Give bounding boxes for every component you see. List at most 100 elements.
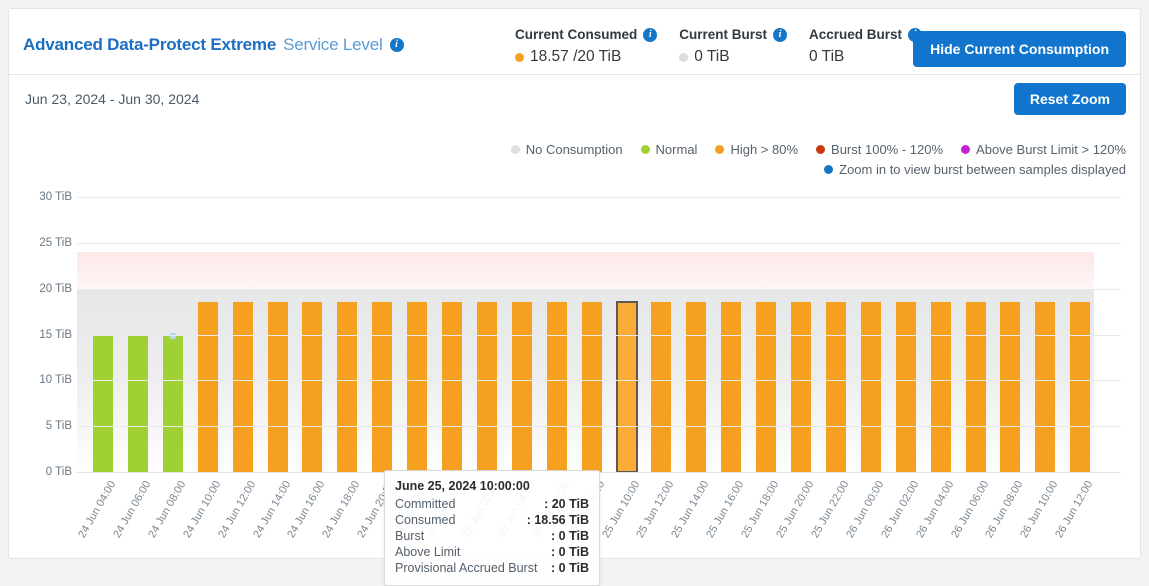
bar[interactable] xyxy=(547,302,567,472)
bar[interactable] xyxy=(1035,302,1055,472)
bar[interactable] xyxy=(686,302,706,472)
legend-dot xyxy=(816,145,825,154)
bar[interactable] xyxy=(826,302,846,472)
tooltip-row-value: : 18.56 TiB xyxy=(523,512,589,528)
page-title: Advanced Data-Protect Extreme Service Le… xyxy=(23,35,404,55)
metric-label: Current Burst i xyxy=(679,27,787,42)
metric-current-burst: Current Burst i 0 TiB xyxy=(679,27,809,66)
tooltip-row-value: : 20 TiB xyxy=(540,496,589,512)
bar[interactable] xyxy=(198,302,218,472)
legend-dot xyxy=(824,165,833,174)
legend-row-secondary: Zoom in to view burst between samples di… xyxy=(824,162,1126,177)
legend-item-normal[interactable]: Normal xyxy=(641,142,698,157)
y-axis-tick-label: 30 TiB xyxy=(12,191,72,203)
metric-value-text: 0 TiB xyxy=(694,48,729,66)
status-dot xyxy=(679,53,688,62)
bar[interactable] xyxy=(896,302,916,472)
legend-label: Above Burst Limit > 120% xyxy=(976,142,1126,157)
bar[interactable] xyxy=(128,336,148,472)
legend-label: Zoom in to view burst between samples di… xyxy=(839,162,1126,177)
consumption-chart: 0 TiB5 TiB10 TiB15 TiB20 TiB25 TiB30 TiB… xyxy=(9,187,1140,558)
bar[interactable] xyxy=(966,302,986,472)
tooltip-row: Provisional Accrued Burst : 0 TiB xyxy=(395,560,589,576)
info-icon[interactable]: i xyxy=(773,28,787,42)
metric-label: Current Consumed i xyxy=(515,27,657,42)
info-icon[interactable]: i xyxy=(390,38,404,52)
legend-dot xyxy=(715,145,724,154)
legend-label: No Consumption xyxy=(526,142,623,157)
legend-item-high-80[interactable]: High > 80% xyxy=(715,142,798,157)
legend-label: High > 80% xyxy=(730,142,798,157)
bar[interactable] xyxy=(372,302,392,472)
tooltip-row-key: Burst xyxy=(395,528,424,544)
legend-item-burst-100-120[interactable]: Burst 100% - 120% xyxy=(816,142,943,157)
x-axis-tick-label: 26 Jun 12:00 xyxy=(1053,479,1095,540)
date-range-label: Jun 23, 2024 - Jun 30, 2024 xyxy=(25,91,199,107)
tooltip-row-key: Above Limit xyxy=(395,544,460,560)
y-axis-tick-label: 5 TiB xyxy=(12,420,72,432)
header-metrics: Current Consumed i 18.57 /20 TiB Current Bu… xyxy=(515,27,944,66)
y-axis-tick-label: 15 TiB xyxy=(12,329,72,341)
metric-value: 0 TiB xyxy=(809,48,922,66)
bar[interactable] xyxy=(1000,302,1020,472)
metric-current-consumed: Current Consumed i 18.57 /20 TiB xyxy=(515,27,679,66)
legend-item-above-burst-limit-120[interactable]: Above Burst Limit > 120% xyxy=(961,142,1126,157)
bar[interactable] xyxy=(407,302,427,472)
bar[interactable] xyxy=(617,302,637,472)
legend-label: Normal xyxy=(656,142,698,157)
metric-label-text: Current Burst xyxy=(679,27,767,42)
legend-item-zoom-in-to-view-burst-between-samples-displayed[interactable]: Zoom in to view burst between samples di… xyxy=(824,162,1126,177)
bar[interactable] xyxy=(651,302,671,472)
bar[interactable] xyxy=(233,302,253,472)
page-title-strong: Advanced Data-Protect Extreme xyxy=(23,35,276,55)
metric-label-text: Accrued Burst xyxy=(809,27,902,42)
y-axis-tick-label: 0 TiB xyxy=(12,466,72,478)
chart-legend: No Consumption Normal High > 80% Burst 100%… xyxy=(9,142,1126,177)
legend-dot xyxy=(961,145,970,154)
metric-value-text: 0 TiB xyxy=(809,48,844,66)
bar[interactable] xyxy=(302,302,322,472)
tooltip-row: Consumed : 18.56 TiB xyxy=(395,512,589,528)
gridline xyxy=(77,380,1121,381)
bar[interactable] xyxy=(861,302,881,472)
tooltip-row: Committed : 20 TiB xyxy=(395,496,589,512)
tooltip-row-value: : 0 TiB xyxy=(547,560,589,576)
info-icon[interactable]: i xyxy=(643,28,657,42)
legend-label: Burst 100% - 120% xyxy=(831,142,943,157)
tooltip-row-key: Provisional Accrued Burst xyxy=(395,560,537,576)
tooltip-title: June 25, 2024 10:00:00 xyxy=(395,479,589,493)
bar[interactable] xyxy=(268,302,288,472)
y-axis-tick-label: 25 TiB xyxy=(12,237,72,249)
bar[interactable] xyxy=(163,336,183,472)
bar[interactable] xyxy=(337,302,357,472)
bar[interactable] xyxy=(791,302,811,472)
metric-label-text: Current Consumed xyxy=(515,27,637,42)
tooltip-row-value: : 0 TiB xyxy=(547,528,589,544)
metric-value-text: 18.57 /20 TiB xyxy=(530,48,621,66)
bar[interactable] xyxy=(721,302,741,472)
legend-dot xyxy=(511,145,520,154)
metric-value: 0 TiB xyxy=(679,48,787,66)
bar[interactable] xyxy=(512,302,532,472)
bar[interactable] xyxy=(1070,302,1090,472)
reset-zoom-button[interactable]: Reset Zoom xyxy=(1014,83,1126,115)
bar[interactable] xyxy=(931,302,951,472)
gridline xyxy=(77,335,1121,336)
y-axis-tick-label: 10 TiB xyxy=(12,374,72,386)
bar[interactable] xyxy=(756,302,776,472)
hide-current-consumption-button[interactable]: Hide Current Consumption xyxy=(913,31,1126,67)
gridline xyxy=(77,197,1121,198)
status-dot xyxy=(515,53,524,62)
gridline xyxy=(77,289,1121,290)
legend-row-primary: No Consumption Normal High > 80% Burst 100%… xyxy=(511,142,1126,157)
plot-area[interactable]: 0 TiB5 TiB10 TiB15 TiB20 TiB25 TiB30 TiB xyxy=(77,197,1121,472)
bar[interactable] xyxy=(93,336,113,472)
bar[interactable] xyxy=(442,302,462,472)
gridline xyxy=(77,243,1121,244)
bar[interactable] xyxy=(582,302,602,472)
bar[interactable] xyxy=(477,302,497,472)
legend-item-no-consumption[interactable]: No Consumption xyxy=(511,142,623,157)
tooltip-row-key: Committed xyxy=(395,496,455,512)
chart-toolbar: Jun 23, 2024 - Jun 30, 2024 Reset Zoom xyxy=(9,75,1140,125)
tooltip-row-key: Consumed xyxy=(395,512,455,528)
